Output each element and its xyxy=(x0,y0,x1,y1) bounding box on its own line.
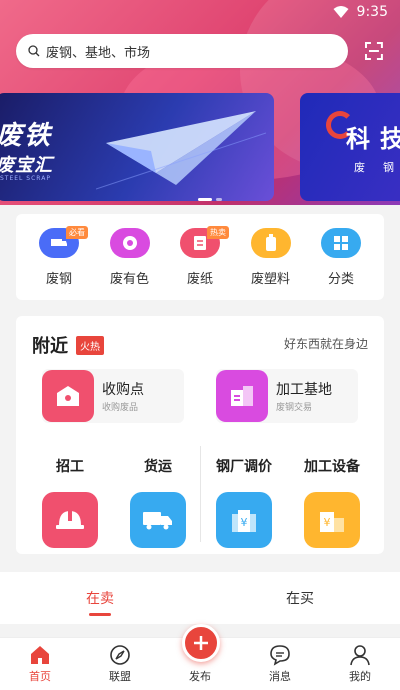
category-item[interactable]: 必看 废钢 xyxy=(28,226,90,300)
service-label: 招工 xyxy=(56,459,84,475)
banner-title: 废铁 xyxy=(0,121,53,151)
search-placeholder: 废钢、基地、市场 xyxy=(46,45,151,61)
bottle-icon xyxy=(250,228,291,258)
nav-label: 发布 xyxy=(189,670,211,683)
banner-slide[interactable]: 科技 废钢 xyxy=(300,93,400,201)
shortcut-processing-base[interactable]: 加工基地 废钢交易 xyxy=(216,369,358,423)
status-time: 9:35 xyxy=(356,4,388,20)
hot-badge: 火热 xyxy=(76,335,104,355)
service-label: 加工设备 xyxy=(304,459,360,475)
category-label: 废钢 xyxy=(45,272,72,287)
nav-label: 首页 xyxy=(29,670,51,683)
nav-label: 联盟 xyxy=(109,670,131,683)
status-bar: 9:35 xyxy=(0,0,400,24)
category-label: 废有色 xyxy=(109,272,149,287)
category-item[interactable]: 分类 xyxy=(310,228,372,300)
nearby-title: 附近 xyxy=(32,336,68,357)
compass-icon xyxy=(110,645,130,665)
shop-icon xyxy=(42,370,94,422)
message-icon xyxy=(270,645,290,666)
banner-slide[interactable]: 废铁 废宝汇 STEEL SCRAP xyxy=(0,93,274,201)
carousel-dots xyxy=(198,198,222,201)
category-tag: 必看 xyxy=(66,226,88,239)
coin-icon xyxy=(109,228,150,258)
shortcut-sub: 废钢交易 xyxy=(276,403,313,413)
category-item[interactable]: 废塑料 xyxy=(240,228,302,300)
grid-icon xyxy=(321,228,361,258)
nearby-section: 附近 火热 好东西就在身边 收购点 收购废品 加工基地 废钢交易 招工 货运 钢… xyxy=(16,316,384,554)
category-label: 分类 xyxy=(327,272,354,287)
category-grid: 必看 废钢 废有色 热卖 废纸 废塑料 分类 xyxy=(16,214,384,300)
category-item[interactable]: 废有色 xyxy=(99,228,161,300)
service-label: 货运 xyxy=(144,459,172,475)
tab-selling[interactable]: 在卖 xyxy=(0,572,200,624)
shortcut-title: 加工基地 xyxy=(276,382,332,398)
scan-icon[interactable] xyxy=(364,41,384,61)
publish-button[interactable] xyxy=(182,624,220,662)
nav-home[interactable]: 首页 xyxy=(0,644,80,684)
truck-icon xyxy=(130,492,186,548)
search-input[interactable]: 废钢、基地、市场 xyxy=(16,34,349,68)
category-tag: 热卖 xyxy=(207,226,229,239)
shortcut-purchase-point[interactable]: 收购点 收购废品 xyxy=(42,369,184,423)
nav-label: 我的 xyxy=(349,670,371,683)
search-row: 废钢、基地、市场 xyxy=(16,34,384,68)
shortcut-sub: 收购废品 xyxy=(102,403,139,413)
category-label: 废塑料 xyxy=(250,272,290,287)
tab-buying[interactable]: 在买 xyxy=(200,572,400,624)
banner-caption: STEEL SCRAP xyxy=(0,175,51,182)
nav-profile[interactable]: 我的 xyxy=(320,644,400,684)
banner-title: 科技 xyxy=(346,125,400,153)
service-freight[interactable]: 货运 xyxy=(128,456,188,548)
nav-messages[interactable]: 消息 xyxy=(240,644,320,684)
svg-text:¥: ¥ xyxy=(241,516,248,529)
plus-icon xyxy=(194,636,208,650)
category-label: 废纸 xyxy=(186,272,213,287)
service-steel-price[interactable]: 钢厂调价 ¥ xyxy=(214,456,274,548)
banner-subtitle: 废钢 xyxy=(354,161,394,174)
home-icon xyxy=(31,646,49,664)
svg-text:¥: ¥ xyxy=(324,516,331,529)
price-icon: ¥ xyxy=(216,492,272,548)
paper-plane-graphic xyxy=(96,111,266,190)
nav-alliance[interactable]: 联盟 xyxy=(80,644,160,684)
service-label: 钢厂调价 xyxy=(216,459,272,475)
nav-label: 消息 xyxy=(269,670,291,683)
wifi-icon xyxy=(333,6,349,18)
search-icon xyxy=(28,45,40,57)
factory-icon xyxy=(216,370,268,422)
equipment-icon: ¥ xyxy=(304,492,360,548)
helmet-icon xyxy=(42,492,98,548)
shortcut-title: 收购点 xyxy=(102,382,144,398)
service-equipment[interactable]: 加工设备 ¥ xyxy=(302,456,362,548)
banner-subtitle: 废宝汇 xyxy=(0,155,53,176)
nearby-header: 附近 火热 xyxy=(32,332,104,358)
category-item[interactable]: 热卖 废纸 xyxy=(169,226,231,300)
trade-tabs: 在卖 在买 xyxy=(0,572,400,624)
user-icon xyxy=(350,645,370,666)
nearby-slogan[interactable]: 好东西就在身边 xyxy=(284,335,368,352)
service-recruit[interactable]: 招工 xyxy=(40,456,100,548)
